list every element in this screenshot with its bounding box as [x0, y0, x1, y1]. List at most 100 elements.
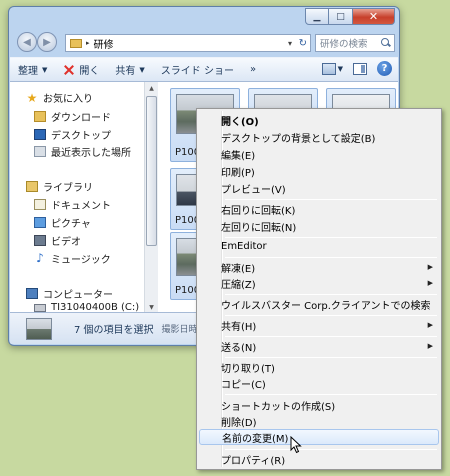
nav-pane-scrollbar[interactable]: ▲ ▼ [144, 82, 158, 314]
view-dropdown-icon[interactable]: ▼ [338, 65, 343, 73]
menu-item-virus-scan[interactable]: ウイルスバスター Corp.クライアントでの検索 [199, 296, 439, 312]
nav-pictures-label: ピクチャ [51, 219, 91, 230]
refresh-icon[interactable]: ↻ [299, 38, 307, 49]
nav-libraries[interactable]: ライブラリ [26, 179, 93, 194]
share-button[interactable]: 共有 ▼ [107, 58, 152, 81]
change-view-icon[interactable] [321, 62, 336, 75]
chevron-down-icon: ▼ [139, 65, 145, 74]
close-button[interactable]: ✕ [353, 8, 395, 25]
nav-computer[interactable]: コンピューター [26, 286, 113, 301]
library-icon [26, 181, 38, 192]
menu-item-share[interactable]: 共有(H) ▶ [199, 317, 439, 333]
menu-item-label: プロパティ(R) [221, 455, 286, 467]
menu-separator [225, 449, 437, 450]
menu-item-delete[interactable]: 削除(D) [199, 413, 439, 429]
nav-music[interactable]: ♪ ミュージック [34, 251, 111, 266]
menu-item-send-to[interactable]: 送る(N) ▶ [199, 338, 439, 354]
menu-separator [225, 257, 437, 258]
nav-recent-places[interactable]: 最近表示した場所 [34, 144, 131, 159]
menu-item-label: ショートカットの作成(S) [221, 401, 336, 413]
videos-icon [34, 235, 46, 246]
menu-item-label: 編集(E) [221, 150, 256, 162]
menu-item-preview[interactable]: プレビュー(V) [199, 180, 439, 196]
pictures-icon [34, 217, 46, 228]
organize-label: 整理 [18, 66, 38, 77]
scrollbar-thumb[interactable] [146, 96, 157, 246]
menu-item-label: ウイルスバスター Corp.クライアントでの検索 [221, 300, 431, 312]
open-app-icon [63, 64, 75, 76]
nav-downloads[interactable]: ダウンロード [34, 109, 111, 124]
chevron-down-icon: ▼ [42, 65, 48, 74]
submenu-arrow-icon: ▶ [427, 342, 433, 350]
slideshow-button[interactable]: スライド ショー [153, 58, 242, 81]
menu-item-print[interactable]: 印刷(P) [199, 163, 439, 179]
open-button[interactable]: 開く [55, 58, 107, 81]
back-arrow-icon: ◀ [23, 36, 31, 48]
recent-places-icon [34, 146, 46, 157]
breadcrumb-current[interactable]: 研修 [94, 36, 114, 51]
menu-item-create-shortcut[interactable]: ショートカットの作成(S) [199, 397, 439, 413]
caption-buttons: ▁ □ ✕ [305, 8, 395, 25]
close-icon: ✕ [368, 10, 379, 23]
desktop-icon [34, 129, 46, 140]
address-dropdown-icon[interactable]: ▾ [288, 39, 292, 48]
address-bar[interactable]: ▸ 研修 ▾ ↻ [65, 34, 311, 52]
nav-desktop[interactable]: デスクトップ [34, 127, 111, 142]
star-icon: ★ [26, 90, 38, 105]
context-menu: 開く(O) デスクトップの背景として設定(B) 編集(E) 印刷(P) プレビュ… [196, 108, 442, 470]
nav-libraries-label: ライブラリ [43, 183, 93, 194]
menu-item-cut[interactable]: 切り取り(T) [199, 359, 439, 375]
nav-videos[interactable]: ビデオ [34, 233, 81, 248]
menu-item-label: 削除(D) [221, 417, 257, 429]
nav-favorites[interactable]: ★ お気に入り [26, 90, 93, 106]
menu-separator [225, 357, 437, 358]
nav-downloads-label: ダウンロード [51, 113, 111, 124]
scroll-up-icon[interactable]: ▲ [145, 82, 158, 95]
organize-button[interactable]: 整理 ▼ [10, 58, 55, 81]
menu-separator [225, 199, 437, 200]
menu-item-rotate-right[interactable]: 右回りに回転(K) [199, 201, 439, 217]
maximize-icon: □ [336, 11, 345, 22]
nav-pictures[interactable]: ピクチャ [34, 215, 91, 230]
submenu-arrow-icon: ▶ [427, 279, 433, 287]
preview-pane-icon[interactable] [353, 62, 367, 75]
folder-icon [70, 38, 82, 48]
nav-desktop-label: デスクトップ [51, 131, 111, 142]
menu-item-edit[interactable]: 編集(E) [199, 146, 439, 162]
forward-arrow-icon: ▶ [43, 36, 51, 48]
breadcrumb-separator-icon[interactable]: ▸ [86, 39, 90, 47]
search-icon[interactable] [380, 36, 392, 50]
title-bar[interactable]: ▁ □ ✕ [9, 7, 399, 29]
minimize-button[interactable]: ▁ [305, 8, 329, 25]
menu-item-properties[interactable]: プロパティ(R) [199, 451, 439, 467]
menu-item-label: デスクトップの背景として設定(B) [221, 133, 376, 145]
menu-item-rotate-left[interactable]: 左回りに回転(N) [199, 218, 439, 234]
menu-item-label: コピー(C) [221, 379, 266, 391]
menu-item-set-desktop-background[interactable]: デスクトップの背景として設定(B) [199, 129, 439, 145]
submenu-arrow-icon: ▶ [427, 321, 433, 329]
downloads-folder-icon [34, 111, 46, 122]
menu-item-emeditor[interactable]: EmEditor [199, 238, 439, 254]
menu-item-label: 送る(N) [221, 342, 257, 354]
nav-documents[interactable]: ドキュメント [34, 197, 111, 212]
menu-item-copy[interactable]: コピー(C) [199, 375, 439, 391]
open-label: 開く [79, 66, 100, 77]
back-button[interactable]: ◀ [17, 32, 37, 52]
search-box[interactable]: 研修の検索 [315, 34, 395, 52]
submenu-arrow-icon: ▶ [427, 263, 433, 271]
search-input[interactable]: 研修の検索 [320, 36, 380, 50]
maximize-button[interactable]: □ [329, 8, 353, 25]
help-icon[interactable]: ? [377, 61, 392, 76]
menu-item-label: 印刷(P) [221, 167, 255, 179]
menu-item-open[interactable]: 開く(O) [199, 112, 439, 128]
menu-item-extract[interactable]: 解凍(E) ▶ [199, 259, 439, 275]
menu-item-rename[interactable]: 名前の変更(M) [199, 429, 439, 445]
minimize-icon: ▁ [313, 11, 321, 22]
computer-icon [26, 288, 38, 299]
menu-item-compress[interactable]: 圧縮(Z) ▶ [199, 275, 439, 291]
forward-button[interactable]: ▶ [37, 32, 57, 52]
more-commands-button[interactable]: » [242, 58, 264, 81]
documents-icon [34, 199, 46, 210]
nav-favorites-label: お気に入り [43, 94, 93, 105]
share-label: 共有 [115, 66, 136, 77]
